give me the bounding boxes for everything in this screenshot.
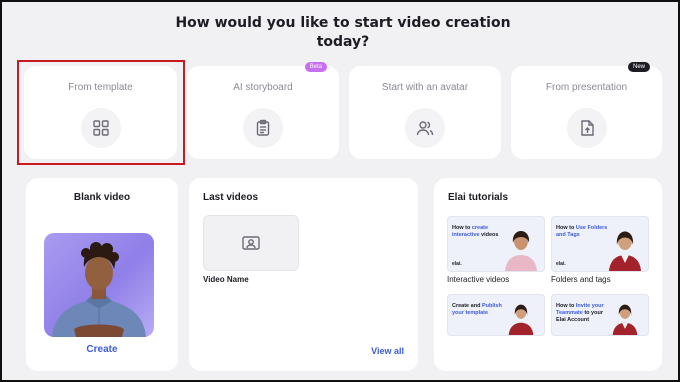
- tutorial-thumb-folders[interactable]: How to Use Folders and Tags elai.: [551, 216, 649, 272]
- users-icon: [405, 108, 445, 148]
- avatar-illustration: [52, 242, 146, 337]
- from-presentation-label: From presentation: [545, 82, 628, 93]
- video-thumbnail[interactable]: [203, 215, 299, 271]
- tutorials-panel: Elai tutorials How to create interactive…: [434, 178, 662, 371]
- tutorial-caption[interactable]: Interactive videos: [447, 275, 509, 284]
- elai-logo: elai.: [556, 261, 566, 267]
- tutorials-title: Elai tutorials: [448, 192, 509, 203]
- tutorial-thumb-text: Create and Publish your template: [452, 303, 508, 317]
- create-button[interactable]: Create: [26, 344, 178, 355]
- last-videos-panel: Last videos Video Name View all: [189, 178, 418, 371]
- presenter-image: [609, 231, 641, 271]
- tutorial-thumb-text: How to Use Folders and Tags: [556, 225, 612, 239]
- view-all-link[interactable]: View all: [371, 346, 404, 356]
- tutorial-thumb-text: How to Invite your Teammate to your Elai…: [556, 303, 612, 324]
- thumb-text-pre: How to: [556, 225, 576, 231]
- from-presentation-card[interactable]: New From presentation: [511, 62, 662, 159]
- page-title: How would you like to start video creati…: [175, 15, 511, 50]
- ai-storyboard-label: AI storyboard: [233, 82, 293, 93]
- presenter-image: [508, 304, 534, 335]
- presenter-image: [505, 231, 537, 271]
- app-frame: How would you like to start video creati…: [0, 0, 680, 382]
- ai-storyboard-card[interactable]: Beta AI storyboard: [187, 62, 339, 159]
- last-videos-title: Last videos: [203, 192, 259, 203]
- tutorial-thumb-invite[interactable]: How to Invite your Teammate to your Elai…: [551, 294, 649, 336]
- clipboard-icon: [243, 108, 283, 148]
- tutorial-thumb-text: How to create interactive videos: [452, 225, 508, 239]
- presenter-image: [612, 304, 638, 335]
- thumb-text-pre: How to: [556, 303, 576, 309]
- video-placeholder-icon: [242, 236, 260, 250]
- start-with-avatar-card[interactable]: Start with an avatar: [349, 66, 501, 159]
- tutorial-caption[interactable]: Folders and tags: [551, 275, 611, 284]
- thumb-text-pre: How to: [452, 225, 472, 231]
- tutorial-thumb-publish[interactable]: Create and Publish your template: [447, 294, 545, 336]
- new-badge: New: [627, 62, 650, 72]
- tutorial-thumb-interactive[interactable]: How to create interactive videos elai.: [447, 216, 545, 272]
- start-with-avatar-label: Start with an avatar: [381, 82, 469, 93]
- beta-badge: Beta: [304, 62, 327, 72]
- file-upload-icon: [566, 108, 607, 148]
- elai-logo: elai.: [452, 261, 462, 267]
- thumb-text-post: videos: [479, 232, 499, 238]
- selection-highlight: [17, 60, 185, 165]
- blank-video-panel: Blank video Create: [26, 178, 178, 371]
- thumb-text-pre: Create and: [452, 303, 482, 309]
- blank-video-title: Blank video: [73, 192, 131, 203]
- video-name[interactable]: Video Name: [203, 275, 249, 284]
- avatar-preview[interactable]: [44, 233, 154, 337]
